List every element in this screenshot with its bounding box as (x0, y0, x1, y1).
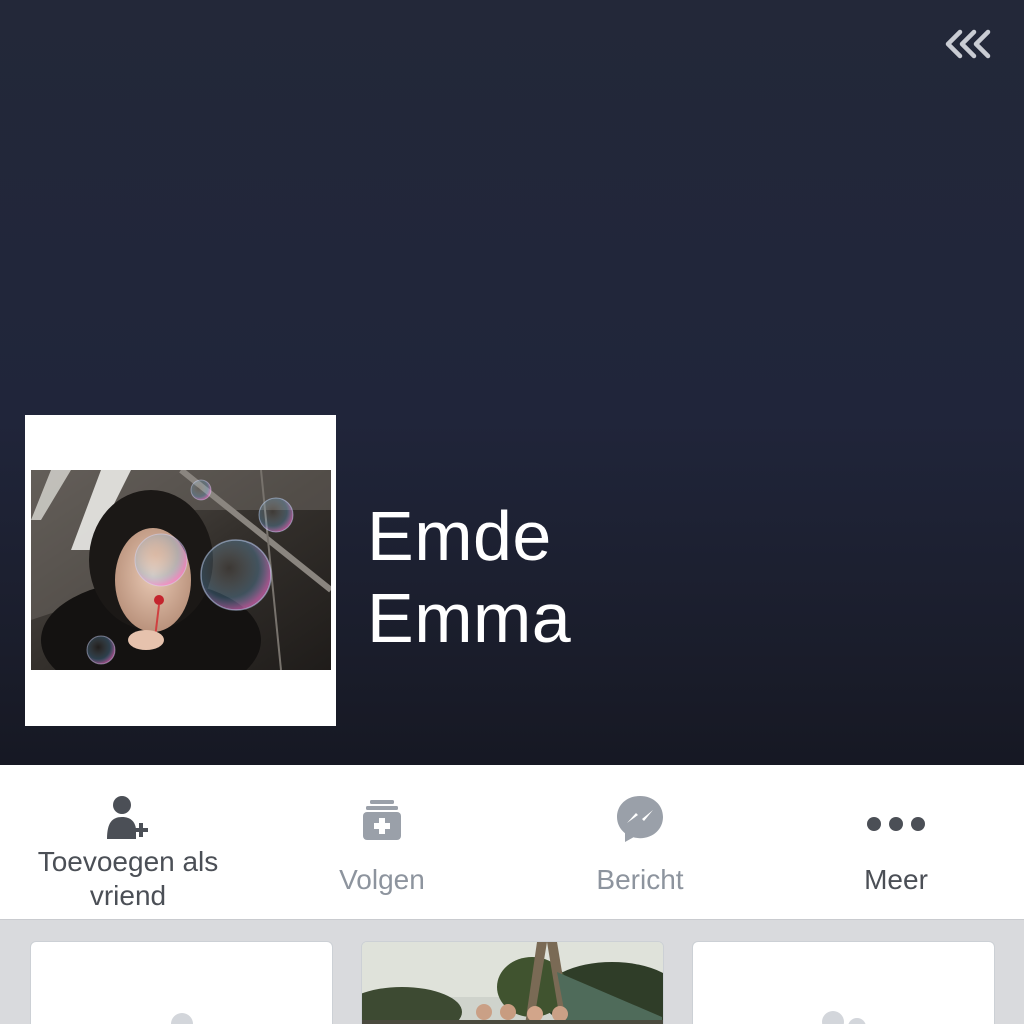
message-label: Bericht (596, 864, 684, 895)
friends-icon (822, 1011, 866, 1024)
message-button[interactable]: Bericht (512, 765, 768, 920)
profile-last-name: Emma (367, 579, 572, 657)
triple-chevron-left-icon (945, 29, 991, 59)
content-grid (0, 921, 1024, 1024)
grid-card-about[interactable] (30, 941, 333, 1024)
person-icon (171, 1013, 193, 1024)
grid-card-photos[interactable] (361, 941, 664, 1024)
more-button[interactable]: Meer (768, 765, 1024, 920)
follow-label: Volgen (339, 864, 425, 895)
follow-button[interactable]: Volgen (254, 765, 510, 920)
add-friend-button[interactable]: Toevoegen als vriend (0, 765, 256, 920)
grid-card-friends[interactable] (692, 941, 995, 1024)
photos-thumbnail (362, 942, 663, 1024)
more-dots-icon (867, 817, 925, 831)
more-label: Meer (864, 864, 928, 895)
add-friend-icon (107, 796, 148, 839)
cover-area: Emde Emma (0, 0, 1024, 765)
profile-photo (31, 470, 331, 670)
messenger-icon (617, 796, 663, 842)
action-bar: Toevoegen als vriend Volgen Bericht Meer (0, 765, 1024, 920)
profile-first-name: Emde (367, 497, 552, 575)
profile-name: Emde Emma (367, 495, 571, 659)
follow-icon (363, 800, 401, 840)
avatar[interactable] (25, 415, 336, 726)
back-button[interactable] (944, 24, 996, 64)
add-friend-label: Toevoegen als vriend (37, 846, 219, 911)
